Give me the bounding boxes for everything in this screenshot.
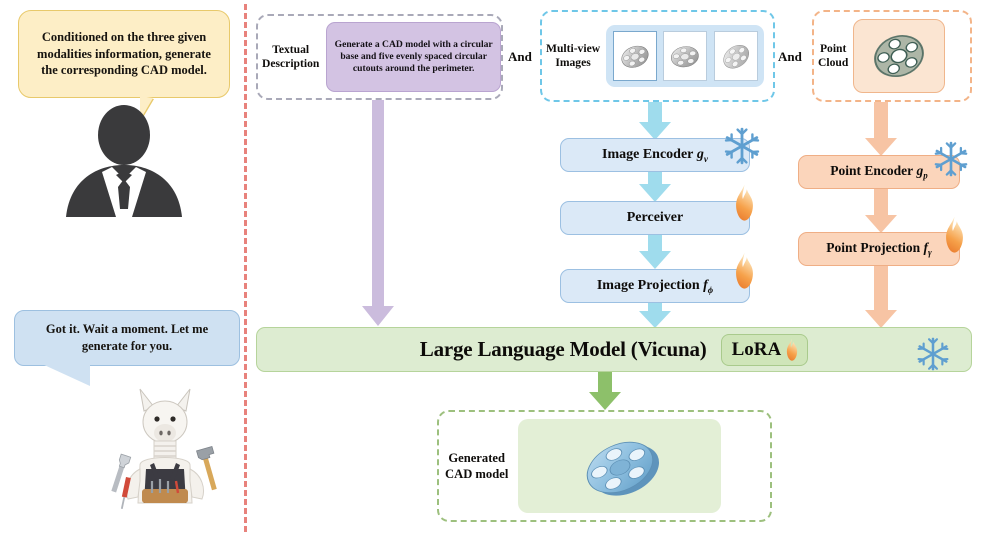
generated-cad-label: Generated CAD model: [445, 450, 509, 481]
image-encoder-label: Image Encoder gv: [602, 146, 708, 164]
arrow-point-projection-to-llm: [865, 264, 897, 328]
flame-icon: [943, 215, 966, 255]
perceiver-label: Perceiver: [626, 210, 684, 225]
connector-and-2: And: [778, 49, 802, 64]
textual-description-label: Textual Description: [262, 42, 320, 70]
arrow-encoder-to-perceiver: [639, 170, 671, 202]
lora-adapter-chip: LoRA: [720, 333, 809, 366]
output-group-generated-cad: Generated CAD model: [437, 410, 772, 522]
perceiver-box: Perceiver: [560, 201, 750, 235]
snowflake-icon: [915, 336, 951, 372]
flame-icon: [785, 338, 799, 362]
input-group-multiview: Multi-view Images: [540, 10, 775, 102]
multiview-images-label: Multi-view Images: [546, 41, 601, 69]
point-cloud-wheel-icon: [862, 23, 936, 89]
user-bubble-text: Conditioned on the three given modalitie…: [37, 30, 211, 78]
flame-icon: [733, 183, 756, 223]
assistant-bubble-tail: [42, 364, 90, 386]
section-divider: [244, 4, 247, 532]
user-speech-bubble: Conditioned on the three given modalitie…: [18, 10, 230, 98]
large-language-model-bar: Large Language Model (Vicuna) LoRA: [256, 327, 972, 372]
textual-prompt-card: Generate a CAD model with a circular bas…: [326, 22, 501, 92]
arrow-pointcloud-to-encoder: [865, 102, 897, 156]
point-projection-box: Point Projection fγ: [798, 232, 960, 266]
textual-prompt-text: Generate a CAD model with a circular bas…: [334, 38, 493, 75]
assistant-speech-bubble: Got it. Wait a moment. Let me generate f…: [14, 310, 240, 366]
multiview-thumbnail-strip: [606, 25, 765, 87]
cad-wheel-model-icon: [565, 421, 675, 511]
user-silhouette-icon: [66, 105, 182, 217]
image-projection-box: Image Projection fϕ: [560, 269, 750, 303]
input-group-pointcloud: Point Cloud: [812, 10, 972, 102]
arrow-image-projection-to-llm: [639, 301, 671, 328]
llama-mascot-icon: [111, 388, 217, 510]
arrow-images-to-encoder: [639, 102, 671, 140]
arrow-llm-to-output: [589, 372, 621, 410]
flame-icon: [733, 251, 756, 291]
diagram-canvas: Conditioned on the three given modalitie…: [0, 0, 982, 537]
connector-and-1: And: [508, 49, 532, 64]
input-group-textual: Textual Description Generate a CAD model…: [256, 14, 503, 100]
arrow-perceiver-to-projection: [639, 233, 671, 269]
multiview-thumbnail-3: [713, 31, 758, 81]
image-projection-label: Image Projection fϕ: [596, 277, 714, 295]
assistant-bubble-text: Got it. Wait a moment. Let me generate f…: [45, 322, 209, 353]
arrow-point-encoder-to-projection: [865, 187, 897, 233]
lora-label: LoRA: [731, 338, 782, 360]
generated-cad-card: [518, 419, 722, 513]
arrow-text-to-llm: [362, 100, 394, 326]
multiview-thumbnail-1: [612, 31, 657, 81]
llm-title: Large Language Model (Vicuna): [419, 337, 707, 361]
snowflake-icon: [932, 140, 970, 178]
point-encoder-label: Point Encoder gp: [830, 163, 928, 181]
multiview-thumbnail-2: [663, 31, 708, 81]
point-cloud-label: Point Cloud: [818, 41, 849, 69]
point-projection-label: Point Projection fγ: [826, 240, 932, 258]
point-cloud-card: [853, 19, 946, 93]
snowflake-icon: [722, 126, 762, 166]
